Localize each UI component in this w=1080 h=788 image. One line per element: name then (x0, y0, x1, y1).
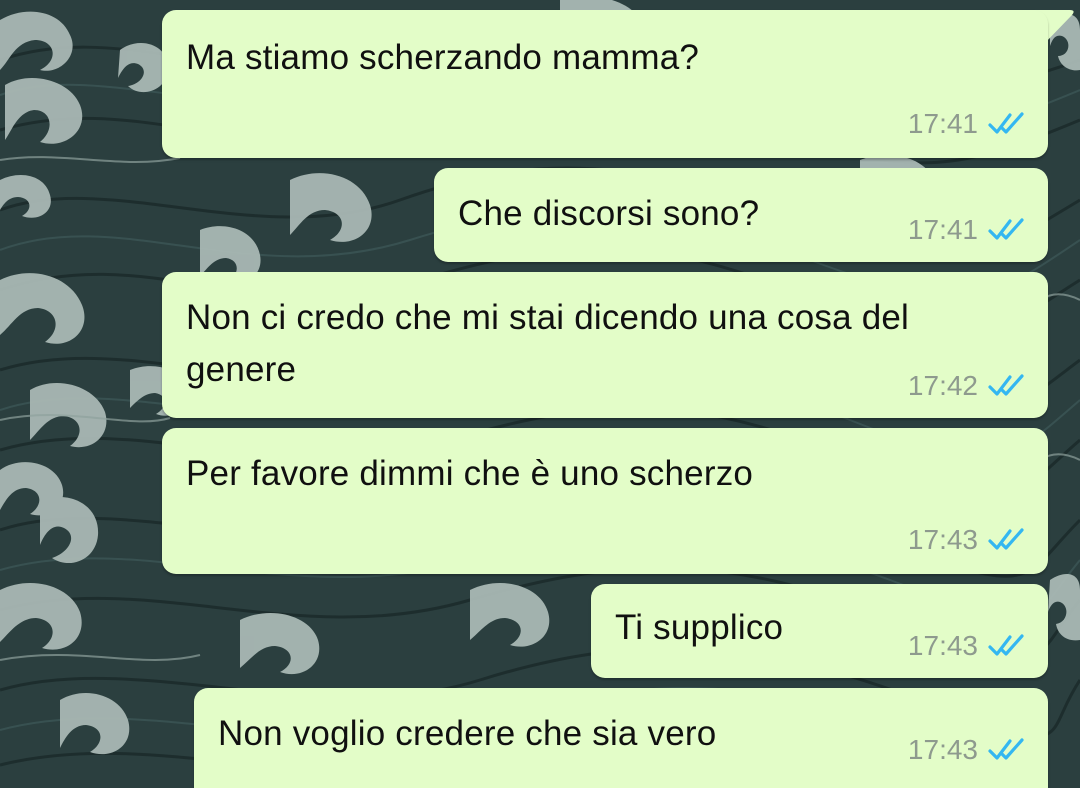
message-meta: 17:41 (908, 108, 1026, 140)
message-bubble-2[interactable]: Che discorsi sono? 17:41 (434, 168, 1048, 262)
message-time: 17:43 (907, 630, 978, 661)
message-text: Non voglio credere che sia vero (218, 714, 717, 753)
double-check-read-icon (988, 634, 1024, 656)
message-meta: 17:43 (908, 630, 1026, 662)
message-meta: 17:43 (908, 524, 1026, 556)
double-check-read-icon (988, 218, 1024, 240)
message-bubble-3[interactable]: Non ci credo che mi stai dicendo una cos… (162, 272, 1048, 418)
message-text: Ma stiamo scherzando mamma? (186, 38, 700, 77)
message-bubble-6[interactable]: Non voglio credere che sia vero 17:43 (194, 688, 1048, 788)
message-time: 17:41 (907, 214, 978, 245)
message-time: 17:43 (907, 524, 978, 555)
double-check-read-icon (988, 374, 1024, 396)
message-text: Ti supplico (615, 608, 784, 647)
double-check-read-icon (988, 738, 1024, 760)
message-bubble-1[interactable]: Ma stiamo scherzando mamma? 17:41 (162, 10, 1048, 158)
double-check-read-icon (988, 112, 1024, 134)
double-check-read-icon (988, 528, 1024, 550)
message-meta: 17:42 (908, 370, 1026, 402)
message-time: 17:41 (907, 108, 978, 139)
message-text: Per favore dimmi che è uno scherzo (186, 454, 754, 493)
message-bubble-4[interactable]: Per favore dimmi che è uno scherzo 17:43 (162, 428, 1048, 574)
message-meta: 17:41 (908, 214, 1026, 246)
message-bubble-5[interactable]: Ti supplico 17:43 (591, 584, 1048, 678)
message-time: 17:42 (907, 370, 978, 401)
message-time: 17:43 (907, 734, 978, 765)
message-meta: 17:43 (908, 734, 1026, 766)
message-text: Non ci credo che mi stai dicendo una cos… (186, 298, 910, 389)
message-text: Che discorsi sono? (458, 194, 760, 233)
